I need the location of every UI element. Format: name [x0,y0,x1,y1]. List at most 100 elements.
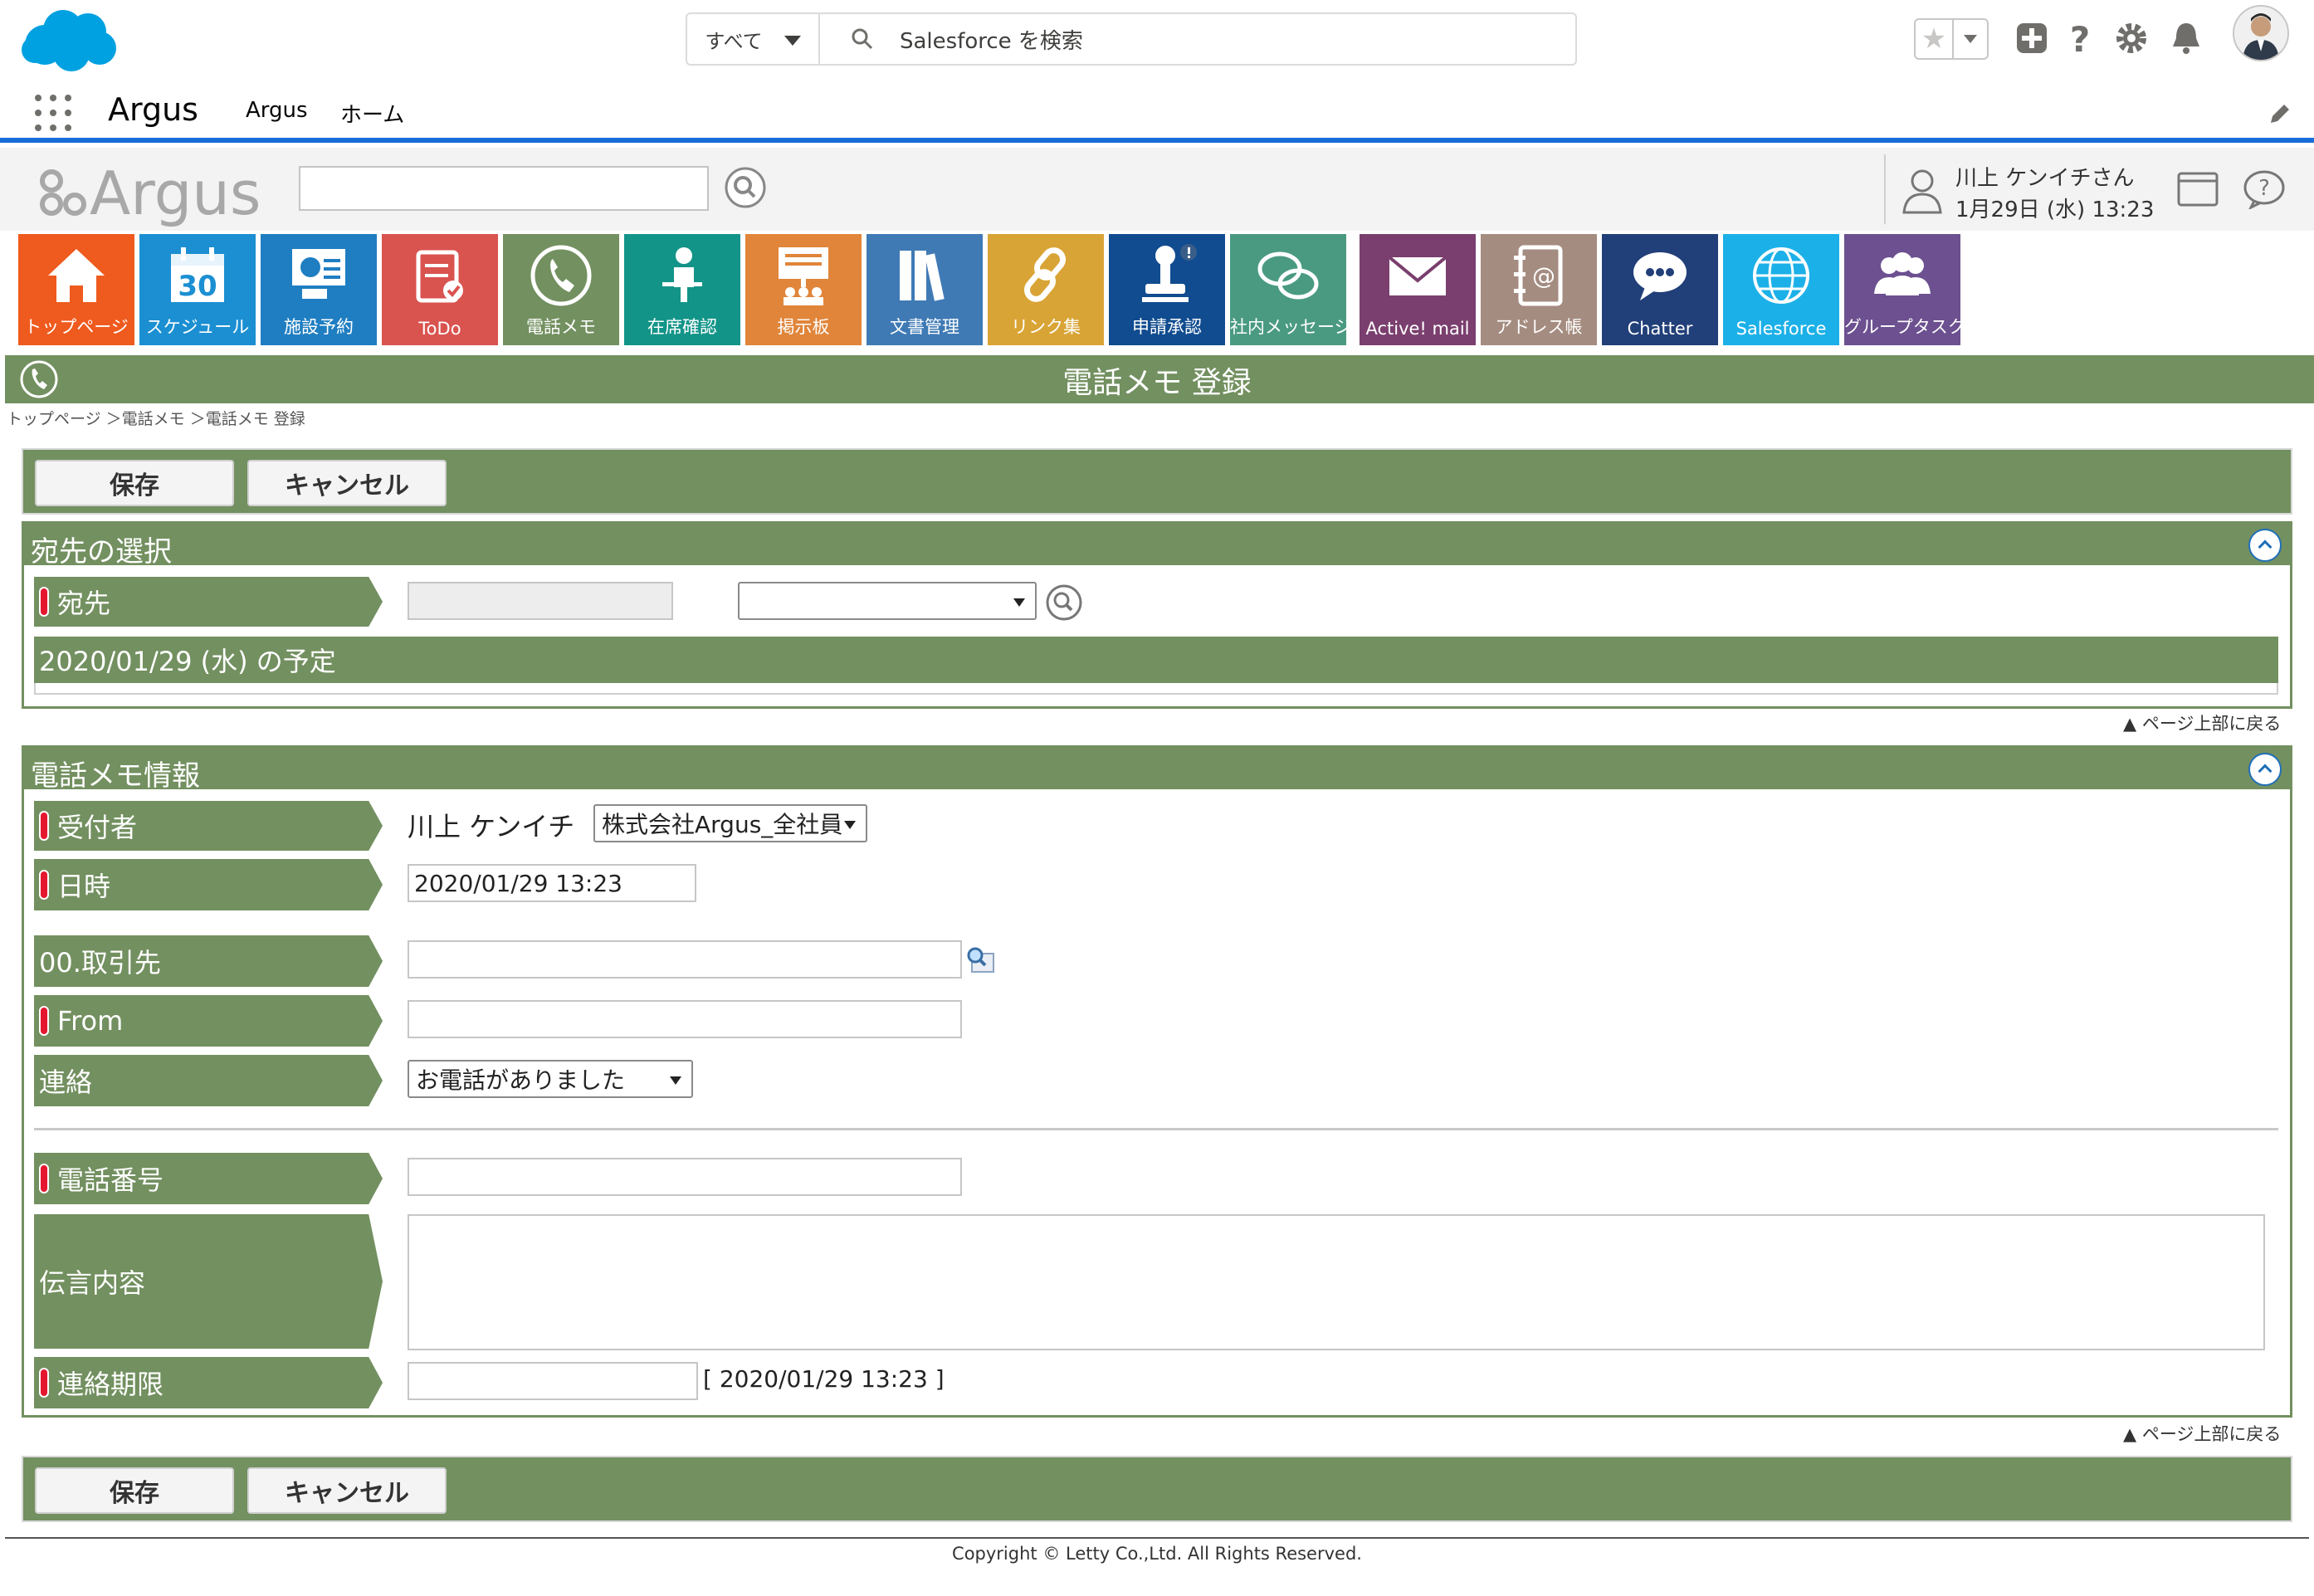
tile-document-management[interactable]: 文書管理 [867,234,983,345]
tile-phone-memo[interactable]: 電話メモ [503,234,619,345]
link-icon [1024,247,1066,302]
search-icon[interactable] [1045,583,1083,622]
favorites-dropdown[interactable] [1954,20,1987,58]
tile-chatter[interactable]: Chatter [1602,234,1718,345]
back-to-top-link[interactable]: ▲ ページ上部に戻る [2123,1421,2281,1446]
tile-group-task[interactable]: グループタスク [1844,234,1960,345]
tile-label: トップページ [24,317,129,337]
help-icon[interactable]: ? [2062,20,2098,56]
tile-top-page[interactable]: トップページ [18,234,134,345]
footer-divider [5,1537,2309,1539]
add-icon[interactable] [2014,20,2050,56]
tile-approval[interactable]: 申請承認 [1109,234,1225,345]
search-icon [852,28,873,50]
salesforce-logo[interactable] [20,7,118,73]
chatter-icon [1633,252,1687,300]
argus-logo[interactable]: Argus [37,153,277,227]
nav-item-home[interactable]: ホーム [340,98,404,129]
board-icon [779,247,828,305]
tile-presence[interactable]: 在席確認 [624,234,740,345]
section-title: 宛先の選択 [31,535,172,569]
section-header [24,748,2290,789]
recipient-field[interactable] [408,582,673,620]
nav-item-argus[interactable]: Argus [246,98,308,123]
app-launcher-icon[interactable] [35,95,71,131]
todo-icon [416,250,463,303]
user-name: 川上 ケンイチさん [1955,166,2135,191]
argus-search-input[interactable] [299,166,709,211]
help-icon[interactable]: ? [2243,169,2286,209]
message-icon [1257,251,1319,300]
tile-label: 掲示板 [777,317,830,337]
facility-icon [292,249,345,299]
lookup-icon[interactable] [965,945,995,974]
tile-address-book[interactable]: @ アドレス帳 [1481,234,1597,345]
tile-label: 文書管理 [890,317,959,337]
search-input[interactable]: Salesforce を検索 [900,24,1083,55]
svg-text:?: ? [2070,20,2090,56]
tile-internal-message[interactable]: 社内メッセージ [1230,234,1346,345]
receiver-name: 川上 ケンイチ [408,811,575,842]
collapse-icon[interactable] [2248,529,2282,562]
divider [1884,154,1886,224]
svg-text:@: @ [1532,262,1555,290]
collapse-icon[interactable] [2248,753,2282,786]
tile-label: Active! mail [1365,319,1470,339]
message-textarea[interactable] [408,1214,2265,1350]
tile-links[interactable]: リンク集 [988,234,1104,345]
bell-icon[interactable] [2168,20,2204,56]
search-icon[interactable] [724,166,767,209]
required-marker [39,870,49,900]
global-search[interactable]: すべて Salesforce を検索 [686,12,1577,66]
tile-active-mail[interactable]: Active! mail [1360,234,1476,345]
documents-icon [900,251,945,301]
deadline-field[interactable] [408,1362,698,1400]
favorites-button[interactable]: ★ [1914,18,1989,60]
cancel-button[interactable]: キャンセル [247,460,447,506]
page-title: 電話メモ 登録 [1062,366,1252,400]
tile-todo[interactable]: ToDo [382,234,498,345]
gear-icon[interactable] [2113,20,2150,56]
section-title: 電話メモ情報 [31,759,200,793]
back-to-top-link[interactable]: ▲ ページ上部に戻る [2123,710,2281,735]
chevron-down-icon [1013,598,1025,607]
save-button[interactable]: 保存 [35,1467,234,1514]
argus-logo-text: Argus [90,159,261,227]
tile-schedule[interactable]: 30 スケジュール [139,234,256,345]
search-scope-dropdown[interactable]: すべて [687,14,820,64]
phone-number-field[interactable] [408,1158,962,1196]
cancel-button[interactable]: キャンセル [247,1467,447,1514]
window-icon[interactable] [2176,171,2219,207]
edit-nav-icon[interactable] [2268,101,2292,126]
group-icon [1874,252,1931,295]
mail-icon [1388,256,1447,295]
from-field[interactable] [408,1000,962,1038]
deadline-label: 連絡期限 [34,1357,383,1408]
recipient-label: 宛先 [34,577,383,627]
tile-salesforce[interactable]: Salesforce [1723,234,1839,345]
tile-label: スケジュール [145,317,250,337]
save-button[interactable]: 保存 [35,460,234,506]
datetime-field[interactable]: 2020/01/29 13:23 [408,864,696,902]
recipient-select[interactable] [738,582,1037,620]
tile-label: 社内メッセージ [1230,317,1346,337]
tile-label: グループタスク [1844,317,1960,337]
home-icon [48,249,105,302]
client-field[interactable] [408,940,962,979]
from-label: From [34,995,383,1047]
schedule-list [34,683,2278,695]
tile-facility-reservation[interactable]: 施設予約 [261,234,377,345]
breadcrumb[interactable]: トップページ ＞電話メモ ＞電話メモ 登録 [7,407,305,429]
bottom-button-bar: 保存 キャンセル [22,1456,2292,1522]
client-label: 00.取引先 [34,935,383,987]
contact-select[interactable]: お電話がありました [408,1060,693,1098]
phone-number-label: 電話番号 [34,1153,383,1204]
tile-label: 電話メモ [526,317,596,337]
avatar[interactable] [2233,5,2289,61]
star-icon[interactable]: ★ [1916,20,1954,58]
tile-label: アドレス帳 [1495,317,1583,337]
receiver-group-select[interactable]: 株式会社Argus_全社員 [593,804,867,842]
tile-label: 在席確認 [647,317,717,337]
tile-bulletin-board[interactable]: 掲示板 [745,234,862,345]
presence-icon [662,247,702,302]
